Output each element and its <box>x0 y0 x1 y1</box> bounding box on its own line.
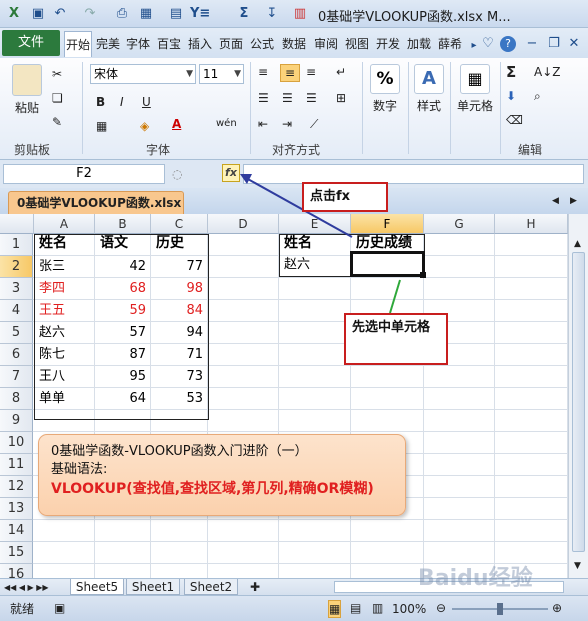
info-box: 0基础学函数-VLOOKUP函数入门进阶（一） 基础语法: VLOOKUP(查找… <box>38 434 406 516</box>
info-syntax: VLOOKUP(查找值,查找区域,第几列,精确OR模糊) <box>51 481 374 497</box>
excel-window: X ▣ ↶ ↷ ⎙ ▦ ▤ Y≡ Σ ↧ ▥ 0基础学VLOOKUP函数.xls… <box>0 0 588 621</box>
info-title: 0基础学函数-VLOOKUP函数入门进阶（一） <box>51 444 308 459</box>
watermark: Baidu经验 <box>418 566 533 591</box>
arrow-to-cell <box>389 279 401 314</box>
callout-select-cell: 先选中单元格 <box>344 313 448 365</box>
callout-click-fx: 点击fx <box>302 182 388 212</box>
arrow-head-icon <box>240 174 252 184</box>
info-subtitle: 基础语法: <box>51 462 108 477</box>
annotation-arrows <box>240 174 401 314</box>
